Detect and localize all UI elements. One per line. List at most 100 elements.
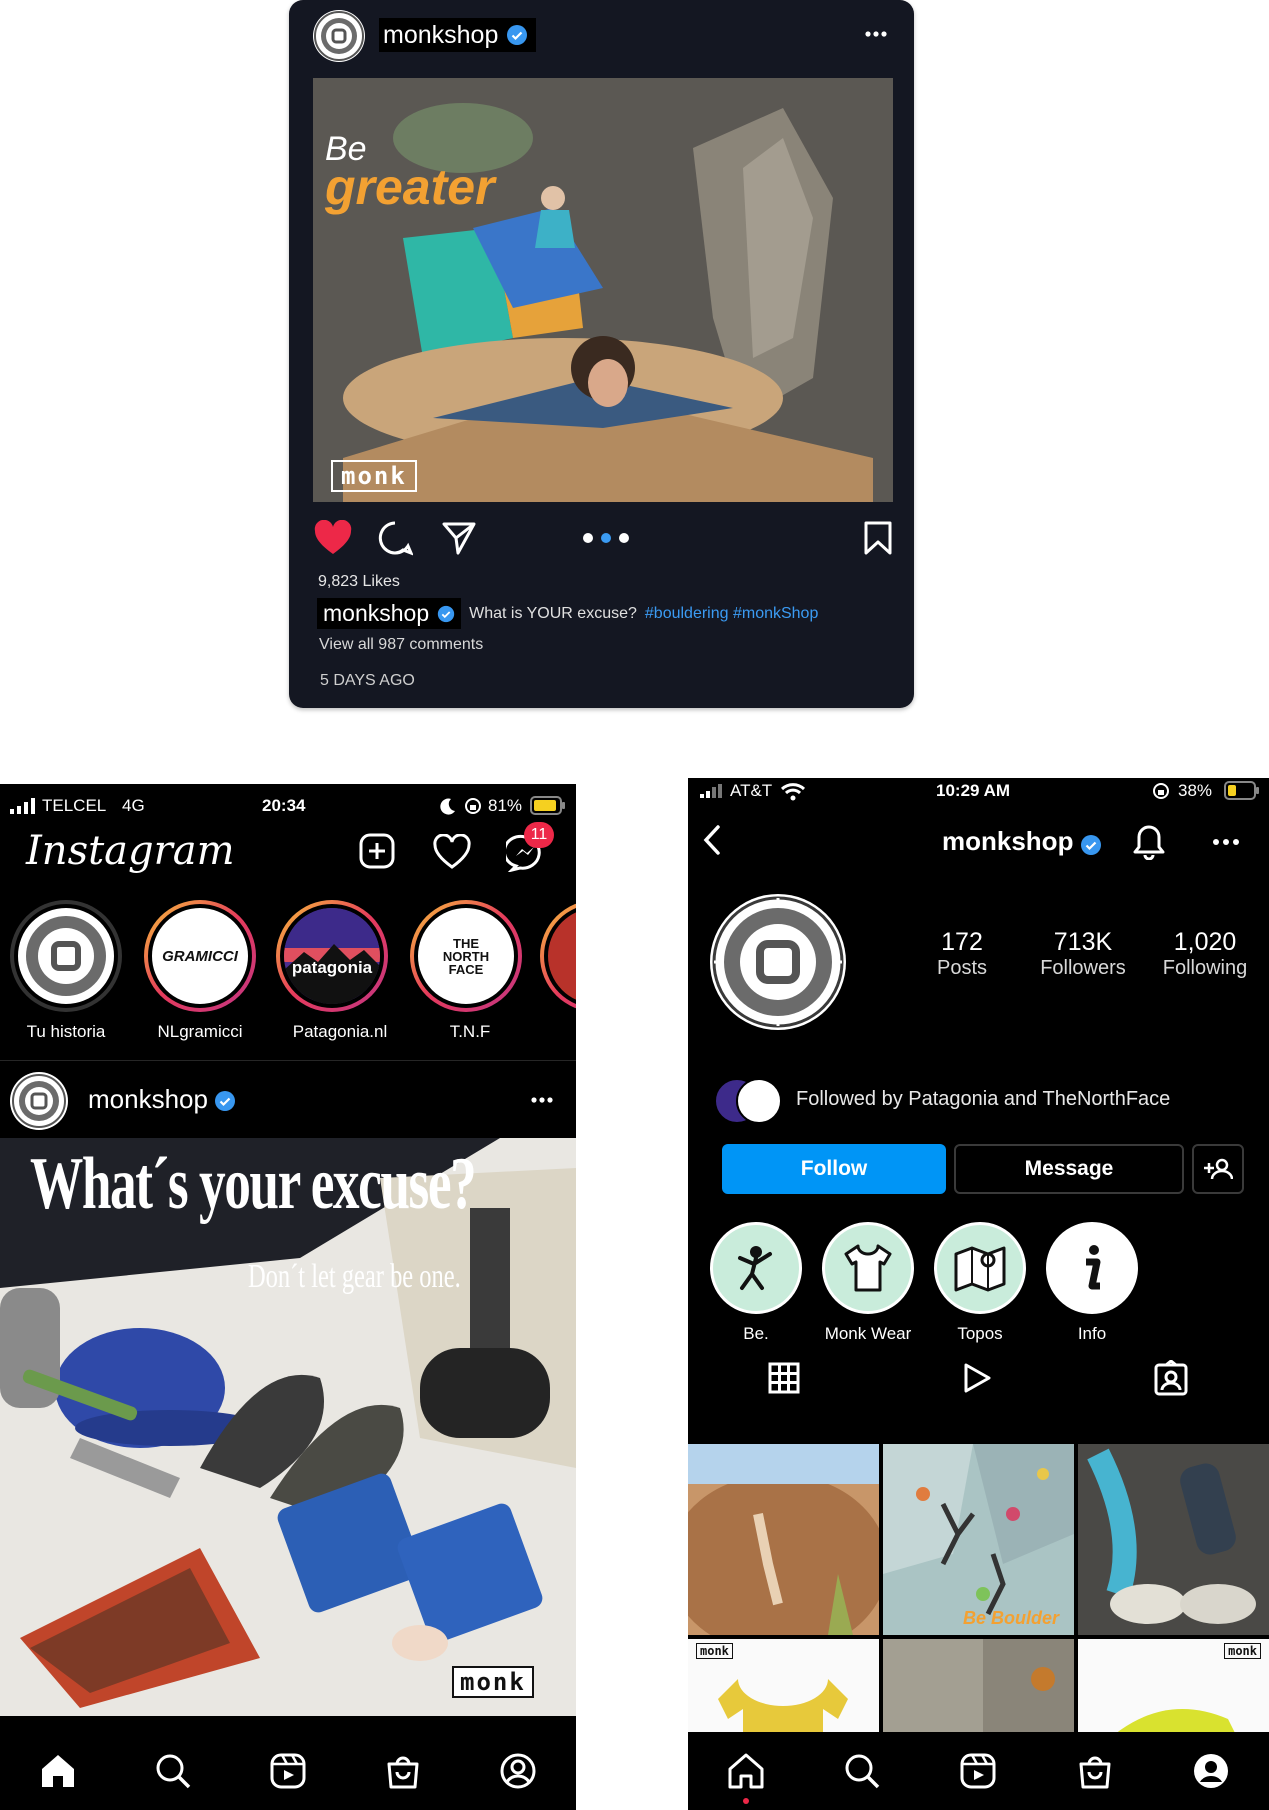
stat-following[interactable]: 1,020 Following bbox=[1142, 928, 1268, 980]
username[interactable]: monkshop bbox=[383, 21, 498, 50]
bookmark-icon[interactable] bbox=[863, 520, 893, 556]
divider bbox=[0, 1060, 576, 1061]
tagged-tab-icon[interactable] bbox=[1154, 1360, 1188, 1396]
signal-icon bbox=[10, 798, 35, 814]
post-username[interactable]: monkshop bbox=[88, 1084, 208, 1115]
profile-icon[interactable] bbox=[499, 1752, 537, 1790]
post-photo-bouldering[interactable]: Be greater monk bbox=[313, 78, 893, 502]
verified-badge-icon bbox=[437, 605, 455, 622]
instagram-profile-screen: AT&T 10:29 AM 38% monkshop 172 Posts 713… bbox=[688, 778, 1269, 1810]
grid-watermark: monk bbox=[1224, 1643, 1261, 1659]
search-icon[interactable] bbox=[843, 1752, 881, 1790]
instagram-logo[interactable]: Instagram bbox=[26, 828, 235, 874]
post-photo-gear[interactable]: What´s your excuse? Don´t let gear be on… bbox=[0, 1138, 576, 1716]
grid-post[interactable]: Be Boulder bbox=[883, 1444, 1074, 1635]
story-avatar bbox=[544, 904, 576, 1008]
post-header-username[interactable]: monkshop bbox=[379, 18, 537, 52]
more-options-icon[interactable] bbox=[1212, 838, 1240, 846]
story-label: Tu historia bbox=[26, 1022, 106, 1041]
reels-icon[interactable] bbox=[959, 1752, 997, 1790]
highlight-info[interactable] bbox=[1046, 1222, 1138, 1314]
caption-username[interactable]: monkshop bbox=[317, 598, 462, 629]
monk-logo-icon bbox=[712, 896, 844, 1028]
grid-tab-icon[interactable] bbox=[768, 1362, 800, 1394]
follower-avatar-tnf bbox=[736, 1078, 782, 1124]
stat-label: Followers bbox=[1040, 957, 1126, 979]
info-icon bbox=[1086, 1245, 1101, 1290]
bottom-navigation bbox=[0, 1732, 576, 1810]
instagram-post-card: monkshop Be greater monk 9,823 Likes mon… bbox=[289, 0, 914, 708]
highlight-label: Topos bbox=[957, 1324, 1003, 1343]
story-next[interactable] bbox=[540, 900, 576, 1012]
post-timestamp: 5 DAYS AGO bbox=[320, 672, 415, 689]
home-icon[interactable] bbox=[727, 1752, 765, 1790]
messages-badge: 11 bbox=[524, 822, 554, 848]
activity-heart-icon[interactable] bbox=[432, 834, 472, 870]
grid-post-text: Be Boulder bbox=[963, 1608, 1060, 1628]
highlight-be[interactable] bbox=[710, 1222, 802, 1314]
suggest-people-button[interactable] bbox=[1192, 1144, 1244, 1194]
monk-logo-icon bbox=[12, 1074, 66, 1128]
profile-avatar[interactable] bbox=[710, 894, 846, 1030]
share-icon[interactable] bbox=[441, 520, 477, 556]
more-options-icon[interactable] bbox=[530, 1096, 554, 1104]
bottom-navigation bbox=[688, 1732, 1269, 1810]
grid-post[interactable] bbox=[1078, 1444, 1269, 1635]
new-post-icon[interactable] bbox=[358, 832, 396, 870]
heart-icon[interactable] bbox=[313, 520, 353, 556]
tnf-logo: THE NORTH FACE bbox=[442, 935, 490, 977]
verified-badge-icon bbox=[1081, 835, 1101, 855]
follow-button[interactable]: Follow bbox=[722, 1144, 946, 1194]
stat-label: Following bbox=[1162, 957, 1248, 979]
view-comments-link[interactable]: View all 987 comments bbox=[319, 636, 483, 654]
map-icon bbox=[954, 1246, 1006, 1292]
stat-followers[interactable]: 713K Followers bbox=[1018, 928, 1148, 980]
instagram-feed-screen: TELCEL 4G 20:34 81% Instagram 11 Tu hist… bbox=[0, 784, 576, 1810]
monkshop-avatar[interactable] bbox=[313, 10, 365, 62]
highlight-circle bbox=[710, 1222, 802, 1314]
story-nlgramicci[interactable]: GRAMICCI bbox=[144, 900, 256, 1012]
photo-text-greater: greater bbox=[325, 159, 495, 215]
story-avatar: patagonia bbox=[280, 904, 384, 1008]
grid-post[interactable] bbox=[688, 1444, 879, 1635]
more-options-icon[interactable] bbox=[864, 30, 888, 38]
post-action-bar bbox=[313, 518, 893, 558]
story-tu-historia[interactable] bbox=[10, 900, 122, 1012]
likes-count[interactable]: 9,823 Likes bbox=[318, 573, 400, 591]
caption-text: What is YOUR excuse? bbox=[469, 604, 637, 622]
reels-icon[interactable] bbox=[269, 1752, 307, 1790]
message-button[interactable]: Message bbox=[954, 1144, 1184, 1194]
home-tab[interactable] bbox=[727, 1752, 765, 1804]
highlight-monk-wear[interactable] bbox=[822, 1222, 914, 1314]
reels-tab-icon[interactable] bbox=[960, 1362, 992, 1394]
battery-percent: 81% bbox=[488, 796, 523, 815]
stat-posts[interactable]: 172 Posts bbox=[902, 928, 1022, 980]
caption-hashtags[interactable]: #bouldering #monkShop bbox=[645, 605, 818, 623]
notification-bell-icon[interactable] bbox=[1132, 824, 1166, 860]
comment-icon[interactable] bbox=[377, 520, 413, 556]
orientation-lock-icon bbox=[1153, 783, 1169, 799]
profile-username: monkshop bbox=[942, 826, 1074, 856]
story-tnf[interactable]: THE NORTH FACE bbox=[410, 900, 522, 1012]
home-icon[interactable] bbox=[39, 1752, 77, 1790]
back-chevron-icon[interactable] bbox=[702, 824, 722, 856]
verified-badge-icon bbox=[507, 25, 528, 45]
search-icon[interactable] bbox=[154, 1752, 192, 1790]
post-subline: Don´t let gear be one. bbox=[248, 1258, 461, 1295]
stat-value: 713K bbox=[1053, 928, 1113, 956]
network-type: 4G bbox=[122, 796, 145, 815]
caption-username-text[interactable]: monkshop bbox=[323, 600, 429, 627]
followed-by-text[interactable]: Followed by Patagonia and TheNorthFace bbox=[796, 1088, 1170, 1111]
patagonia-mountains-icon bbox=[284, 908, 380, 1004]
monk-watermark: monk bbox=[452, 1666, 534, 1698]
verified-badge-icon bbox=[215, 1091, 235, 1111]
post-headline: What´s your excuse? bbox=[30, 1143, 477, 1225]
post-avatar[interactable] bbox=[10, 1072, 68, 1130]
stat-value: 1,020 bbox=[1173, 928, 1237, 956]
story-patagonia[interactable]: patagonia bbox=[276, 900, 388, 1012]
profile-icon[interactable] bbox=[1192, 1752, 1230, 1790]
shop-icon[interactable] bbox=[1076, 1752, 1114, 1790]
shop-icon[interactable] bbox=[384, 1752, 422, 1790]
orientation-lock-icon bbox=[465, 798, 481, 814]
highlight-topos[interactable] bbox=[934, 1222, 1026, 1314]
